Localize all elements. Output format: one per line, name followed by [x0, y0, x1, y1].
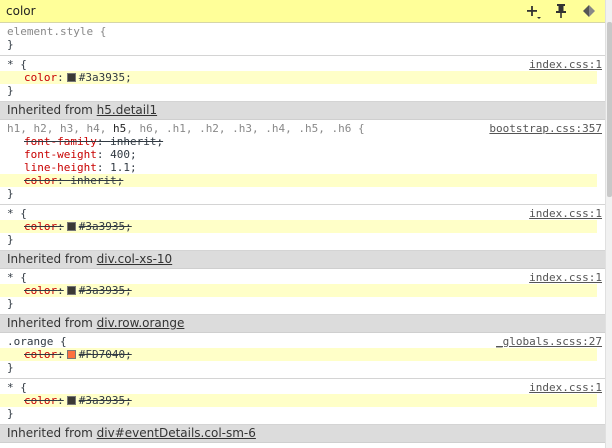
property-name[interactable]: color	[24, 71, 57, 84]
scrollbar-thumb[interactable]	[607, 22, 612, 197]
property-name[interactable]: color	[24, 284, 57, 297]
css-property[interactable]: font-family: inherit;	[0, 135, 605, 148]
inherited-header: Inherited from div#eventDetails.col-sm-6	[0, 425, 605, 443]
styles-pane: element.style { } * { index.css:1 color: #…	[0, 23, 605, 448]
property-name[interactable]: color	[24, 220, 57, 233]
css-rule: h1, h2, h3, h4, h5, h6, .h1, .h2, .h3, .…	[0, 120, 605, 205]
filter-input[interactable]: color	[6, 4, 36, 18]
rule-close: }	[7, 361, 14, 374]
property-value[interactable]: #3a3935;	[79, 394, 132, 407]
vertical-scrollbar[interactable]	[605, 0, 612, 448]
property-name[interactable]: line-height	[24, 161, 97, 174]
property-name[interactable]: font-weight	[24, 148, 97, 161]
color-swatch[interactable]	[66, 222, 76, 231]
rule-close: }	[7, 38, 14, 51]
rule-close: }	[7, 84, 14, 97]
css-property[interactable]: color: inherit;	[0, 174, 597, 187]
rule-selector[interactable]: * {	[7, 381, 27, 394]
css-property[interactable]: color: #3a3935;	[0, 220, 597, 233]
rule-selector[interactable]: * {	[7, 58, 27, 71]
rule-close: }	[7, 407, 14, 420]
rule-close: }	[7, 187, 14, 200]
matched-selector: h5	[112, 122, 127, 135]
rule-close: }	[7, 233, 14, 246]
property-name[interactable]: color	[24, 348, 57, 361]
rule-selector[interactable]: * {	[7, 207, 27, 220]
property-value[interactable]: 1.1;	[110, 161, 137, 174]
rule-selector[interactable]: element.style {	[0, 25, 605, 38]
inherited-element-link[interactable]: div.row.orange	[97, 316, 185, 330]
styles-filter-bar: color	[0, 0, 605, 23]
property-value[interactable]: #FD7040;	[79, 348, 132, 361]
rule-close: }	[7, 297, 14, 310]
property-value[interactable]: 400;	[110, 148, 137, 161]
rule-selector[interactable]: * {	[7, 271, 27, 284]
inherited-header: Inherited from div.col-xs-10	[0, 251, 605, 269]
property-value[interactable]: #3a3935;	[79, 71, 132, 84]
property-value[interactable]: inherit;	[110, 135, 163, 148]
rule-selector[interactable]: h1, h2, h3, h4, h5, h6, .h1, .h2, .h3, .…	[0, 122, 605, 135]
pin-icon[interactable]	[552, 2, 570, 20]
element-style-rule: element.style { }	[0, 23, 605, 56]
property-value[interactable]: inherit;	[70, 174, 123, 187]
css-rule: * { index.css:1 color: #3a3935; }	[0, 269, 605, 315]
source-link[interactable]: index.css:1	[529, 271, 602, 284]
css-rule: * { index.css:1 color: #3a3935; }	[0, 205, 605, 251]
color-swatch[interactable]	[66, 396, 76, 405]
property-value[interactable]: #3a3935;	[79, 220, 132, 233]
source-link[interactable]: bootstrap.css:357	[489, 122, 602, 135]
property-name[interactable]: color	[24, 174, 57, 187]
css-property[interactable]: color: #FD7040;	[0, 348, 597, 361]
css-rule: * { index.css:1 color: #3a3935; }	[0, 56, 605, 102]
source-link[interactable]: _globals.scss:27	[496, 335, 602, 348]
plus-icon[interactable]	[524, 2, 542, 20]
inherited-element-link[interactable]: h5.detail1	[97, 103, 157, 117]
inherited-header: Inherited from div.row.orange	[0, 315, 605, 333]
color-swatch[interactable]	[66, 73, 76, 82]
inherited-element-link[interactable]: div#eventDetails.col-sm-6	[97, 426, 256, 440]
css-property[interactable]: color: #3a3935;	[0, 71, 597, 84]
source-link[interactable]: index.css:1	[529, 207, 602, 220]
css-rule: * { index.css:1 color: #3a3935; }	[0, 379, 605, 425]
inherited-element-link[interactable]: div.col-xs-10	[97, 252, 173, 266]
css-property[interactable]: line-height: 1.1;	[0, 161, 605, 174]
css-property[interactable]: color: #3a3935;	[0, 394, 597, 407]
property-name[interactable]: font-family	[24, 135, 97, 148]
property-name[interactable]: color	[24, 394, 57, 407]
source-link[interactable]: index.css:1	[529, 58, 602, 71]
color-swatch[interactable]	[66, 286, 76, 295]
rule-selector[interactable]: .orange {	[7, 335, 67, 348]
color-swatch[interactable]	[66, 350, 76, 359]
source-link[interactable]: index.css:1	[529, 381, 602, 394]
css-property[interactable]: font-weight: 400;	[0, 148, 605, 161]
css-rule: .orange { _globals.scss:27 color: #FD7040;…	[0, 333, 605, 379]
inherited-header: Inherited from h5.detail1	[0, 102, 605, 120]
css-property[interactable]: color: #3a3935;	[0, 284, 597, 297]
property-value[interactable]: #3a3935;	[79, 284, 132, 297]
element-state-icon[interactable]	[580, 2, 598, 20]
